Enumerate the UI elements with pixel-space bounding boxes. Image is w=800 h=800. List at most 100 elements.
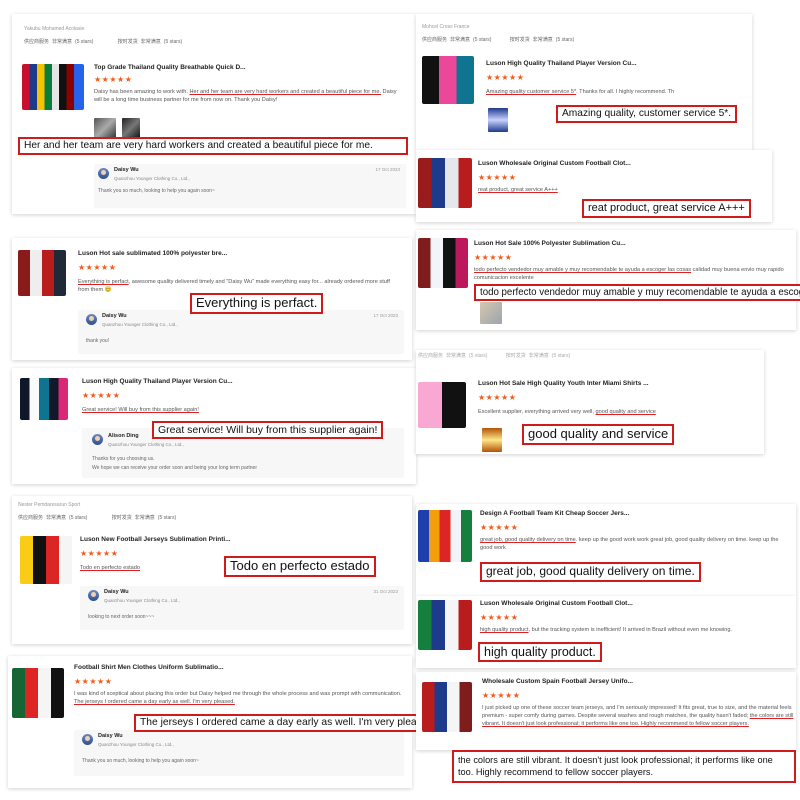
highlight-callout: high quality product. (478, 642, 602, 663)
supplier-reply: Daisy Wu Quanzhou Younger Clothing Co., … (94, 164, 406, 208)
product-image[interactable] (18, 250, 66, 296)
review-photo[interactable] (94, 118, 116, 138)
review-stars: ★★★★★ (94, 75, 133, 84)
reply-date: 17 Oct 2023 (375, 167, 400, 172)
product-title[interactable]: Luson Wholesale Original Custom Football… (480, 600, 780, 607)
review-photo[interactable] (482, 428, 502, 452)
product-title[interactable]: Luson Hot Sale 100% Polyester Sublimatio… (474, 240, 774, 247)
review-stars: ★★★★★ (478, 393, 517, 402)
review-text: todo perfecto vendedor muy amable y muy … (474, 267, 784, 282)
review-photo[interactable] (480, 302, 502, 324)
supplier-reply: Daisy Wu Quanzhou Younger Clothing Co., … (80, 586, 404, 630)
reply-name: Daisy Wu (114, 167, 139, 173)
review-stars: ★★★★★ (480, 523, 519, 532)
product-image[interactable] (418, 510, 472, 562)
reply-name: Daisy Wu (98, 733, 123, 739)
highlight-callout: Amazing quality, customer service 5*. (556, 105, 738, 123)
reply-text: looking to next order soon~~~ (88, 614, 155, 620)
reply-text: Thank you so much, looking to help you a… (82, 758, 199, 764)
review-stars: ★★★★★ (486, 73, 525, 82)
review-photo[interactable] (488, 108, 508, 132)
product-image[interactable] (418, 238, 468, 288)
review-stars: ★★★★★ (482, 691, 521, 700)
supplier-reply: Daisy Wu Quanzhou Younger Clothing Co., … (78, 310, 404, 354)
reply-company: Quanzhou Younger Clothing Co., Ltd., (98, 742, 174, 747)
product-title[interactable]: Design A Football Team Kit Cheap Soccer … (480, 510, 780, 517)
reviewer-name: Mohcel Cross France (422, 24, 470, 30)
review-text: high quality product, but the tracking s… (480, 627, 733, 633)
highlight-callout: Todo en perfecto estado (224, 556, 376, 577)
product-title[interactable]: Luson Hot sale sublimated 100% polyester… (78, 250, 378, 257)
product-image[interactable] (422, 56, 474, 104)
product-image[interactable] (22, 64, 84, 110)
product-title[interactable]: Luson New Football Jerseys Sublimation P… (80, 536, 380, 543)
review-stars: ★★★★★ (474, 253, 513, 262)
product-image[interactable] (418, 382, 466, 428)
highlight-callout: great job, good quality delivery on time… (480, 562, 701, 582)
product-title[interactable]: Top Grade Thailand Quality Breathable Qu… (94, 64, 394, 71)
reply-company: Quanzhou Younger Clothing Co., Ltd., (104, 598, 180, 603)
reply-date: 17 Oct 2023 (373, 313, 398, 318)
reply-text: We hope we can receive your order soon a… (92, 465, 258, 471)
reply-company: Quanzhou Younger Clothing Co., Ltd., (102, 322, 178, 327)
highlight-callout: the colors are still vibrant. It doesn't… (452, 750, 796, 783)
reviewer-name: Yakubu Mohamed Acolasie (24, 26, 85, 32)
reply-name: Alison Ding (108, 433, 139, 439)
highlight-callout: The jerseys I ordered came a day early a… (134, 714, 443, 732)
review-text: great job, good quality delivery on time… (480, 537, 779, 552)
rating-summary: 供应商服务 非常满意 (5 stars) 按时发货 非常满意 (5 stars) (24, 39, 183, 45)
review-stars: ★★★★★ (80, 549, 119, 558)
review-text: reat product, great service A+++ (478, 187, 558, 193)
avatar (86, 314, 97, 325)
review-stars: ★★★★★ (74, 677, 113, 686)
highlight-callout: Great service! Will buy from this suppli… (152, 421, 384, 440)
review-stars: ★★★★★ (82, 391, 121, 400)
reply-date: 31 Oct 2023 (373, 589, 398, 594)
product-title[interactable]: Luson Hot Sale High Quality Youth Inter … (478, 380, 758, 387)
avatar (98, 168, 109, 179)
review-card-11: Luson Wholesale Original Custom Football… (416, 596, 796, 668)
highlight-callout: good quality and service (522, 424, 675, 445)
avatar (88, 590, 99, 601)
reply-name: Daisy Wu (102, 313, 127, 319)
review-text: Excellent supplier, everything arrived v… (478, 409, 656, 415)
reviewer-name: Nester Pemdaresarun Sport (18, 502, 81, 508)
review-photo[interactable] (122, 118, 140, 138)
rating-summary: 供应商服务 非常满意 (5 stars) 按时发货 非常满意 (5 stars) (18, 515, 177, 521)
rating-summary: 供应商服务 非常满意 (5 stars) 按时发货 非常满意 (5 stars) (422, 37, 575, 43)
reply-text: Thank you so much, looking to help you a… (98, 188, 215, 194)
product-image[interactable] (418, 158, 472, 208)
reply-text: thank you! (86, 338, 110, 344)
highlight-callout: Everything is perfact. (190, 293, 324, 314)
review-text: Amazing quality customer service 5*. Tha… (486, 89, 675, 95)
review-text: Great service! Will buy from this suppli… (82, 407, 199, 413)
product-image[interactable] (20, 378, 68, 420)
product-title[interactable]: Luson High Quality Thailand Player Versi… (486, 60, 746, 67)
review-text: Daisy has been amazing to work with. Her… (94, 89, 397, 104)
review-card-8: Luson Hot Sale 100% Polyester Sublimatio… (416, 230, 796, 330)
reply-company: Quanzhou Younger Clothing Co., Ltd., (108, 442, 184, 447)
avatar (82, 734, 93, 745)
supplier-reply: Daisy Wu Quanzhou Younger Clothing Co., … (74, 730, 404, 776)
review-card-12: Wholesale Custom Spain Football Jersey U… (416, 672, 796, 750)
review-card-1: Yakubu Mohamed Acolasie 供应商服务 非常满意 (5 star… (12, 14, 416, 214)
reply-company: Quanzhou Younger Clothing Co., Ltd., (114, 176, 190, 181)
product-image[interactable] (20, 536, 72, 584)
product-image[interactable] (418, 600, 472, 650)
product-title[interactable]: Luson Wholesale Original Custom Football… (478, 160, 748, 167)
review-card-6: Mohcel Cross France 供应商服务 非常满意 (5 stars) 按… (416, 14, 752, 150)
product-title[interactable]: Wholesale Custom Spain Football Jersey U… (482, 678, 782, 685)
review-stars: ★★★★★ (480, 613, 519, 622)
review-text: Everything is perfact, awesome quality d… (78, 279, 390, 294)
product-title[interactable]: Football Shirt Men Clothes Uniform Subli… (74, 664, 374, 671)
review-stars: ★★★★★ (78, 263, 117, 272)
product-title[interactable]: Luson High Quality Thailand Player Versi… (82, 378, 382, 385)
review-text: I just picked up one of these soccer tea… (482, 705, 794, 728)
highlight-callout: todo perfecto vendedor muy amable y muy … (474, 284, 800, 302)
reply-text: Thanks for you choosing us. (92, 456, 155, 462)
review-text: I was kind of sceptical about placing th… (74, 691, 402, 706)
rating-summary: 供应商服务 非常满意 (5 stars) 按时发货 非常满意 (5 stars) (418, 353, 571, 359)
product-image[interactable] (422, 682, 472, 732)
review-stars: ★★★★★ (478, 173, 517, 182)
product-image[interactable] (12, 668, 64, 718)
